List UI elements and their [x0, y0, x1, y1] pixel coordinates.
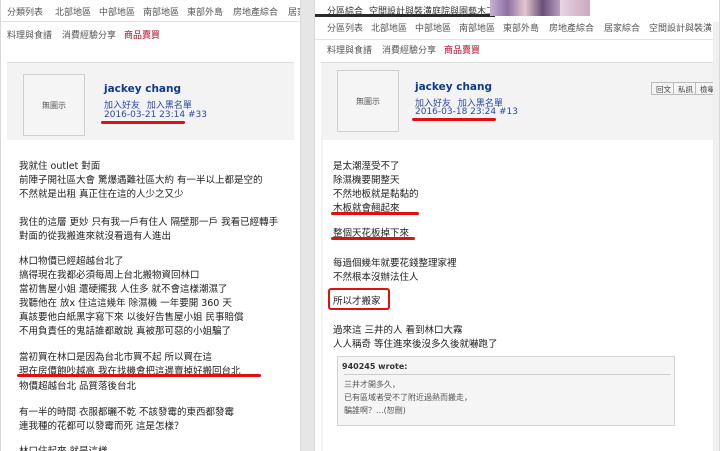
nav-item[interactable]: 北部地區 [55, 5, 91, 18]
post-line: 我聽他在 放x 住這這幾年 除濕機 一年要開 360 天 [19, 298, 232, 309]
post-line: 搞得現在我都必須每周上台北搬物資回林口 [19, 270, 200, 281]
quote-author: 940245 wrote: [342, 362, 408, 371]
nav-item[interactable]: 南部地區 [143, 5, 179, 18]
quote-block: 940245 wrote: 三井才開多久， 已有區域者受不了附近過熱而搬走， 騙… [337, 356, 675, 426]
nav-item[interactable]: 分類列表 [7, 5, 43, 18]
post-line: 林口物價已經超越台北了 [19, 256, 124, 267]
right-forum-panel: 分區列表 北部地區 中部地區 南部地區 東部外島 房地產綜合 居家綜合 空間設計… [314, 0, 720, 451]
nav-item[interactable]: 分區列表 [327, 21, 363, 34]
screenshot-root: 分類列表 北部地區 中部地區 南部地區 東部外島 房地產綜合 居家綜合 料理與食… [0, 0, 720, 451]
post-author-name[interactable]: jackey chang [415, 81, 492, 93]
red-underline [331, 212, 419, 215]
quote-divider [344, 374, 670, 375]
nav-item[interactable]: 中部地區 [415, 21, 451, 34]
red-underline [17, 374, 261, 377]
post-line: 當初買在林口是因為台北市買不起 所以買在這 [19, 352, 213, 363]
post-line: 物價超越台北 品質落後台北 [19, 381, 137, 392]
quote-line: 騙誰啊？...(恕刪) [344, 406, 406, 415]
post-line: 我就住 outlet 對面 [19, 161, 101, 172]
avatar[interactable]: 無圖示 [23, 74, 85, 136]
post-line: 不然地板就是黏黏的 [333, 189, 419, 200]
post-line: 前陣子開社區大會 驚爆遇難社區大約 有一半以上都是空的 [19, 175, 263, 186]
nav-item[interactable]: 料理與食譜 [7, 28, 52, 41]
thumbnail-strip-image [490, 0, 560, 16]
red-underline [331, 237, 415, 240]
nav-item[interactable]: 料理與食譜 [327, 43, 372, 56]
post-line: 過來這 三井的人 看到林口大霧 [333, 325, 463, 336]
left-forum-panel: 分類列表 北部地區 中部地區 南部地區 東部外島 房地產綜合 居家綜合 料理與食… [0, 0, 301, 451]
post-line: 連我種的花都可以發霉而死 這是怎樣？ [19, 421, 184, 432]
post-line: 人人稱奇 等住進來後沒多久後就嚇跑了 [333, 339, 498, 350]
post-line: 不然根本沒辦法住人 [333, 272, 419, 283]
red-underline [101, 121, 185, 124]
post-line: 除濕機要開整天 [333, 175, 400, 186]
nav-item[interactable]: 居家綜合 [604, 21, 640, 34]
post-line: 每過個幾年就要花錢整理家裡 [333, 258, 457, 269]
post-line: 是太潮溼受不了 [333, 161, 400, 172]
red-underline [412, 118, 496, 121]
post-line: 不用負責任的鬼話誰都敢說 真被那可惡的小姐騙了 [19, 326, 232, 337]
nav-item[interactable]: 消費經驗分享 [62, 28, 116, 41]
quote-line: 已有區域者受不了附近過熱而搬走， [344, 393, 472, 402]
post-line: 真該要他白紙黑字寫下來 以後好告售屋小姐 民事賠償 [19, 312, 244, 323]
scrollbar[interactable] [713, 22, 719, 451]
post-line: 我住的這層 更妙 只有我一戶有住人 隔壁那一戶 我看已經轉手 [19, 217, 279, 228]
post-timestamp: 2016-03-21 23:14 #33 [104, 110, 207, 120]
nav-item-active[interactable]: 商品賣買 [444, 43, 480, 56]
nav-item[interactable]: 東部外島 [503, 21, 539, 34]
nav-item-active[interactable]: 商品賣買 [124, 28, 160, 41]
nav-item[interactable]: 分區綜合 [327, 4, 363, 17]
nav-item[interactable]: 北部地區 [371, 21, 407, 34]
post-author-name[interactable]: jackey chang [104, 83, 181, 95]
post-timestamp: 2016-03-18 23:24 #13 [415, 107, 518, 117]
post-line: 有一半的時間 衣服都曬不乾 不該發霉的東西都發霉 [19, 407, 235, 418]
panel-divider [301, 0, 314, 451]
avatar[interactable]: 無圖示 [337, 70, 399, 132]
nav-item[interactable]: 居家綜合 [288, 5, 300, 18]
left-top-nav: 分類列表 北部地區 中部地區 南部地區 東部外島 房地產綜合 居家綜合 [1, 0, 300, 22]
nav-item[interactable]: 南部地區 [459, 21, 495, 34]
nav-item[interactable]: 空間設計與裝潢 [649, 21, 712, 34]
post-line: 當初售屋小姐 還硬擺我 人住多 就不會這樣潮濕了 [19, 284, 228, 295]
post-line: 對面的從我搬進來就沒看過有人進出 [19, 231, 172, 242]
post-line: 林口住起來 就是這樣 [19, 443, 108, 451]
nav-item[interactable]: 東部外島 [187, 5, 223, 18]
nav-item[interactable]: 消費經驗分享 [382, 43, 436, 56]
thumbnail-strip-image [560, 0, 590, 16]
nav-item[interactable]: 空間設計與裝潢 [369, 4, 432, 17]
quote-line: 三井才開多久， [344, 380, 400, 389]
post-line: 不然就是出租 真正住在這的人少之又少 [19, 189, 184, 200]
nav-item[interactable]: 中部地區 [99, 5, 135, 18]
post-line-highlighted: 所以才搬家 [333, 296, 381, 307]
nav-item[interactable]: 房地產綜合 [233, 5, 278, 18]
nav-item[interactable]: 房地產綜合 [549, 21, 594, 34]
nav-item[interactable]: 庭院與園藝 [432, 4, 477, 17]
